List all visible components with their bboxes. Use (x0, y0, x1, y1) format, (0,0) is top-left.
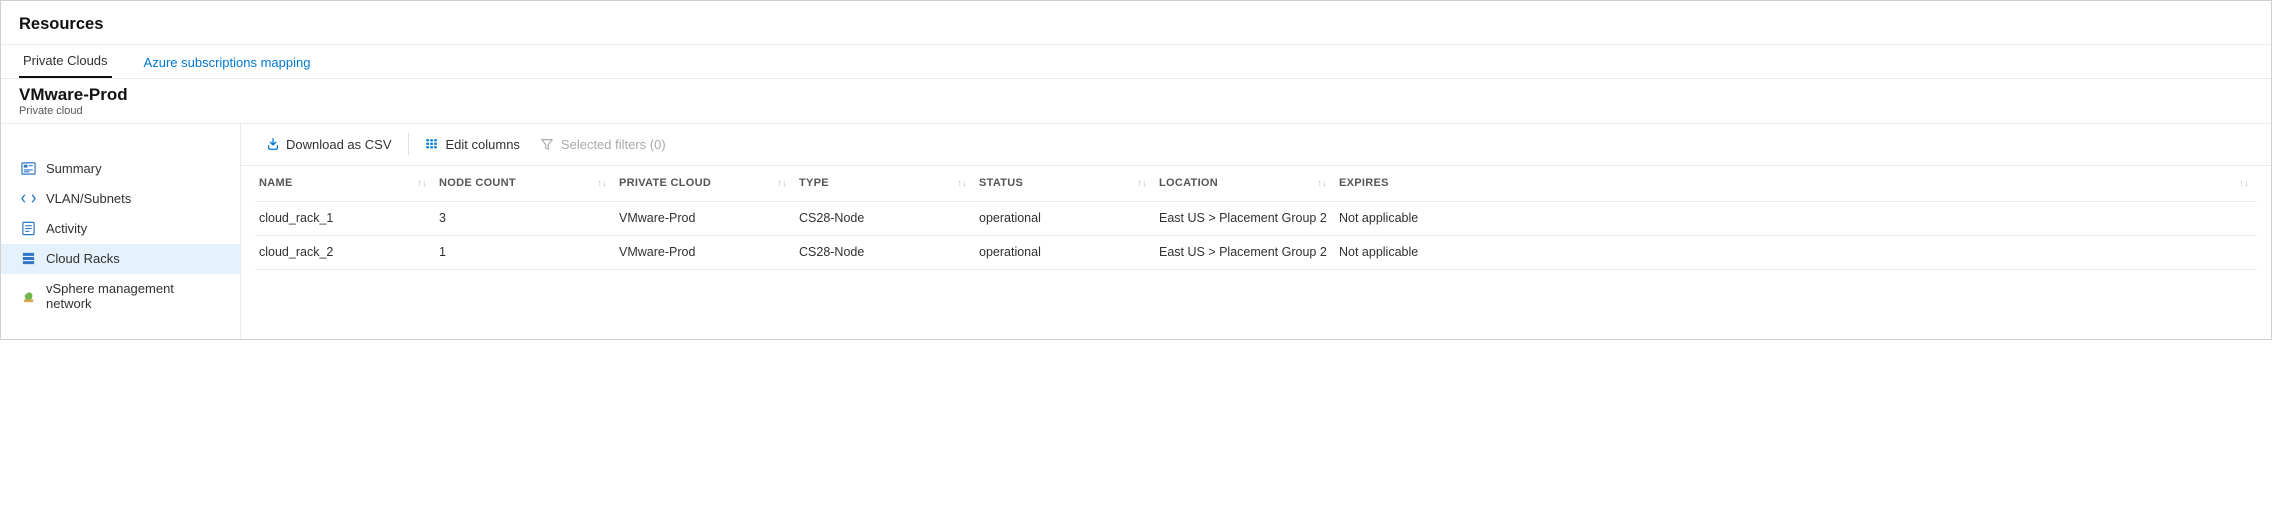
sidebar-item-label: Summary (46, 161, 102, 176)
tab-private-clouds[interactable]: Private Clouds (19, 53, 112, 78)
sort-icon: ↑↓ (2239, 179, 2249, 188)
sidebar-item-vsphere[interactable]: vSphere management network (1, 274, 240, 319)
cell-type: CS28-Node (795, 211, 975, 225)
racks-table: NAME↑↓ NODE COUNT↑↓ PRIVATE CLOUD↑↓ TYPE… (241, 166, 2271, 270)
racks-icon (21, 251, 36, 266)
column-expires[interactable]: EXPIRES↑↓ (1335, 177, 2257, 189)
columns-icon (425, 137, 440, 152)
cell-location: East US > Placement Group 2 (1155, 211, 1335, 225)
cell-name: cloud_rack_2 (255, 245, 435, 259)
cell-node-count: 1 (435, 245, 615, 259)
filter-icon (540, 137, 555, 152)
summary-icon (21, 161, 36, 176)
column-location[interactable]: LOCATION↑↓ (1155, 177, 1335, 189)
activity-icon (21, 221, 36, 236)
column-name[interactable]: NAME↑↓ (255, 177, 435, 189)
cell-type: CS28-Node (795, 245, 975, 259)
selected-filters-label: Selected filters (0) (561, 137, 666, 152)
edit-columns-label: Edit columns (446, 137, 520, 152)
download-icon (265, 137, 280, 152)
tab-azure-subscriptions[interactable]: Azure subscriptions mapping (140, 55, 315, 78)
tabs: Private Clouds Azure subscriptions mappi… (1, 45, 2271, 79)
sidebar: Summary VLAN/Subnets Activity Cloud Rack… (1, 124, 241, 339)
cell-status: operational (975, 211, 1155, 225)
content: Download as CSV Edit columns Selected fi… (241, 124, 2271, 339)
resource-type: Private cloud (19, 105, 2253, 117)
sidebar-item-label: vSphere management network (46, 281, 220, 311)
sidebar-item-label: VLAN/Subnets (46, 191, 131, 206)
cell-name: cloud_rack_1 (255, 211, 435, 225)
vlan-icon (21, 191, 36, 206)
cell-status: operational (975, 245, 1155, 259)
cell-private-cloud: VMware-Prod (615, 211, 795, 225)
cell-expires: Not applicable (1335, 245, 2257, 259)
column-private-cloud[interactable]: PRIVATE CLOUD↑↓ (615, 177, 795, 189)
sidebar-item-cloud-racks[interactable]: Cloud Racks (1, 244, 240, 274)
sort-icon: ↑↓ (417, 179, 427, 188)
download-csv-button[interactable]: Download as CSV (255, 133, 402, 156)
cell-private-cloud: VMware-Prod (615, 245, 795, 259)
sidebar-item-activity[interactable]: Activity (1, 214, 240, 244)
sort-icon: ↑↓ (597, 179, 607, 188)
sort-icon: ↑↓ (777, 179, 787, 188)
cell-location: East US > Placement Group 2 (1155, 245, 1335, 259)
selected-filters-button[interactable]: Selected filters (0) (530, 133, 676, 156)
sidebar-item-label: Cloud Racks (46, 251, 120, 266)
page-title: Resources (19, 15, 2253, 34)
tab-label: Azure subscriptions mapping (144, 55, 311, 70)
table-header: NAME↑↓ NODE COUNT↑↓ PRIVATE CLOUD↑↓ TYPE… (255, 166, 2257, 202)
sort-icon: ↑↓ (1317, 179, 1327, 188)
edit-columns-button[interactable]: Edit columns (415, 133, 530, 156)
column-status[interactable]: STATUS↑↓ (975, 177, 1155, 189)
sort-icon: ↑↓ (957, 179, 967, 188)
table-row[interactable]: cloud_rack_2 1 VMware-Prod CS28-Node ope… (255, 236, 2257, 270)
column-node-count[interactable]: NODE COUNT↑↓ (435, 177, 615, 189)
cell-node-count: 3 (435, 211, 615, 225)
table-row[interactable]: cloud_rack_1 3 VMware-Prod CS28-Node ope… (255, 202, 2257, 236)
resource-title: VMware-Prod (19, 85, 2253, 105)
download-csv-label: Download as CSV (286, 137, 392, 152)
sidebar-item-label: Activity (46, 221, 87, 236)
sidebar-item-vlan[interactable]: VLAN/Subnets (1, 184, 240, 214)
sub-header: VMware-Prod Private cloud (1, 79, 2271, 124)
vsphere-icon (21, 289, 36, 304)
cell-expires: Not applicable (1335, 211, 2257, 225)
tab-label: Private Clouds (23, 53, 108, 68)
sort-icon: ↑↓ (1137, 179, 1147, 188)
sidebar-item-summary[interactable]: Summary (1, 154, 240, 184)
column-type[interactable]: TYPE↑↓ (795, 177, 975, 189)
page-header: Resources (1, 1, 2271, 45)
toolbar: Download as CSV Edit columns Selected fi… (241, 124, 2271, 166)
toolbar-divider (408, 133, 409, 155)
